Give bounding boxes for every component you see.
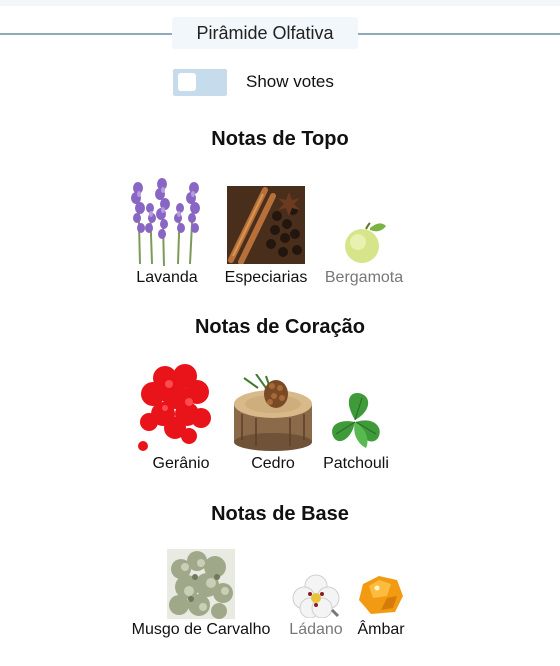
note-label: Bergamota <box>324 269 404 286</box>
note-label: Cedro <box>251 455 295 472</box>
cedar-icon <box>234 374 312 451</box>
note-label: Âmbar <box>357 621 405 638</box>
spices-icon <box>227 186 305 264</box>
bergamot-icon <box>345 222 386 263</box>
top-notes-heading: Notas de Topo <box>211 128 349 150</box>
geranium-icon <box>138 364 211 451</box>
note-label: Musgo de Carvalho <box>131 621 271 638</box>
show-votes-row: Show votes <box>0 68 560 96</box>
heart-notes-list: Gerânio Cedro Patchouli <box>0 358 560 478</box>
patchouli-icon <box>332 393 380 448</box>
heart-notes-heading: Notas de Coração <box>194 316 366 338</box>
show-votes-toggle[interactable] <box>173 69 227 96</box>
note-label: Patchouli <box>323 455 389 472</box>
lavender-icon <box>131 178 200 267</box>
section-title: Pirâmide Olfativa <box>0 17 560 49</box>
top-notes-list: Lavanda Especiarias Bergamota <box>0 172 560 292</box>
note-label: Lavanda <box>136 269 198 286</box>
pyramid-title: Pirâmide Olfativa <box>172 17 358 49</box>
divider-line-right <box>358 33 560 35</box>
base-notes-list: Musgo de Carvalho Ládano Âmbar <box>0 546 560 666</box>
toggle-knob <box>178 73 196 91</box>
top-strip <box>0 0 560 6</box>
amber-icon <box>359 576 403 614</box>
divider-line-left <box>0 33 172 35</box>
labdanum-icon <box>292 574 340 618</box>
note-label: Gerânio <box>152 455 210 472</box>
note-label: Especiarias <box>224 269 308 286</box>
base-notes-heading: Notas de Base <box>211 503 349 525</box>
oakmoss-icon <box>167 549 235 619</box>
note-label: Ládano <box>289 621 343 638</box>
show-votes-label: Show votes <box>246 72 334 91</box>
